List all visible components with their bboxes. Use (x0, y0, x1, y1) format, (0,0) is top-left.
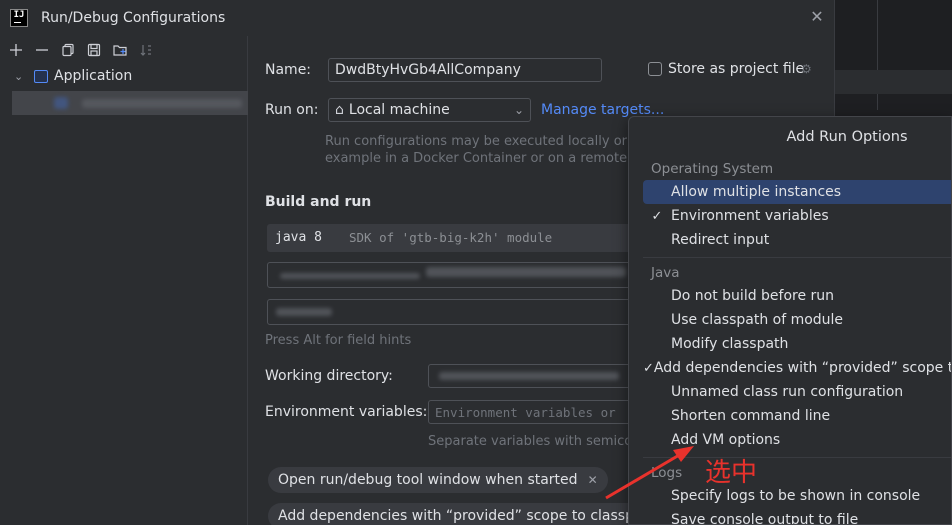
option-unnamed-class-run-configuration[interactable]: Unnamed class run configuration (643, 380, 951, 404)
application-icon (34, 69, 48, 83)
redacted-text (426, 267, 626, 277)
run-on-label: Run on: (265, 102, 319, 118)
environment-variables-hint: Separate variables with semicolo (428, 434, 644, 449)
home-icon: ⌂ (335, 102, 344, 118)
option-add-vm-options[interactable]: Add VM options (643, 428, 951, 452)
chevron-down-icon: ⌄ (513, 103, 524, 117)
option-allow-multiple-instances[interactable]: Allow multiple instances (643, 180, 951, 204)
gear-icon[interactable]: ⚙ (801, 62, 812, 76)
option-specify-logs[interactable]: Specify logs to be shown in console (643, 484, 951, 508)
sdk-detail: SDK of 'gtb-big-k2h' module (349, 230, 553, 245)
popup-title: Add Run Options (786, 129, 908, 145)
add-icon[interactable] (6, 40, 26, 60)
option-modify-classpath[interactable]: Modify classpath (643, 332, 951, 356)
working-directory-label: Working directory: (265, 368, 393, 384)
option-shorten-command-line[interactable]: Shorten command line (643, 404, 951, 428)
annotation-label: 选中 (705, 458, 758, 488)
option-environment-variables[interactable]: ✓ Environment variables (643, 204, 951, 228)
tree-toolbar (0, 36, 247, 64)
program-arguments-field[interactable] (267, 299, 647, 325)
option-do-not-build[interactable]: Do not build before run (643, 284, 951, 308)
tree-item-application[interactable]: ⌄ Application (0, 64, 247, 88)
remove-icon[interactable] (32, 40, 52, 60)
redacted-text (82, 99, 242, 108)
jre-selector[interactable]: java 8 SDK of 'gtb-big-k2h' module (267, 224, 647, 252)
environment-variables-field[interactable]: Environment variables or (428, 400, 648, 424)
store-as-project-label: Store as project file (668, 61, 805, 77)
group-java: Java (651, 265, 680, 281)
group-logs: Logs (651, 465, 683, 481)
option-redirect-input[interactable]: Redirect input (643, 228, 951, 252)
redacted-icon (54, 97, 68, 109)
check-icon: ✓ (643, 360, 654, 376)
run-on-hint-line-1: Run configurations may be executed local… (325, 134, 648, 149)
redacted-text (439, 372, 619, 380)
chip-label: Open run/debug tool window when started (278, 472, 578, 488)
save-icon[interactable] (84, 40, 104, 60)
close-icon[interactable]: ✕ (588, 473, 598, 487)
copy-icon[interactable] (58, 40, 78, 60)
folder-icon[interactable] (110, 40, 130, 60)
title-bar: IJ Run/Debug Configurations ✕ (0, 0, 835, 36)
option-save-console-output[interactable]: Save console output to file (643, 508, 951, 524)
run-on-dropdown[interactable]: ⌂ Local machine ⌄ (328, 98, 531, 122)
separator (643, 257, 951, 258)
sort-icon[interactable] (136, 40, 156, 60)
main-class-field[interactable] (267, 262, 647, 288)
run-on-value: Local machine (348, 102, 450, 118)
editor-bar (835, 70, 952, 94)
option-add-provided-dependencies[interactable]: ✓ Add dependencies with “provided” scope … (643, 356, 951, 380)
sdk-main: java 8 (275, 230, 322, 245)
intellij-logo-icon: IJ (10, 9, 28, 27)
environment-variables-label: Environment variables: (265, 404, 428, 420)
check-icon: ✓ (651, 208, 663, 224)
name-field[interactable]: DwdBtyHvGb4AllCompany (328, 58, 602, 82)
add-run-options-popup: Add Run Options Operating System Allow m… (628, 116, 952, 525)
working-directory-field[interactable] (428, 364, 648, 388)
dialog-title: Run/Debug Configurations (41, 10, 226, 26)
chip-add-provided-dependencies[interactable]: Add dependencies with “provided” scope t… (268, 503, 648, 525)
separator (643, 457, 951, 458)
chevron-down-icon[interactable]: ⌄ (14, 70, 26, 83)
run-on-hint-line-2: example in a Docker Container or on a re… (325, 151, 648, 166)
chip-open-tool-window[interactable]: Open run/debug tool window when started … (268, 467, 608, 493)
name-label: Name: (265, 62, 312, 78)
close-icon[interactable]: ✕ (809, 9, 825, 25)
field-hints: Press Alt for field hints (265, 333, 412, 348)
redacted-text (280, 273, 420, 279)
tree-item-label: Application (54, 68, 133, 84)
chip-label: Add dependencies with “provided” scope t… (278, 508, 648, 524)
option-use-classpath-of-module[interactable]: Use classpath of module (643, 308, 951, 332)
redacted-text (276, 308, 332, 316)
tree-item-selected-configuration[interactable] (12, 91, 248, 115)
store-as-project-checkbox[interactable] (648, 62, 662, 76)
build-and-run-heading: Build and run (265, 194, 372, 210)
group-operating-system: Operating System (651, 161, 774, 177)
